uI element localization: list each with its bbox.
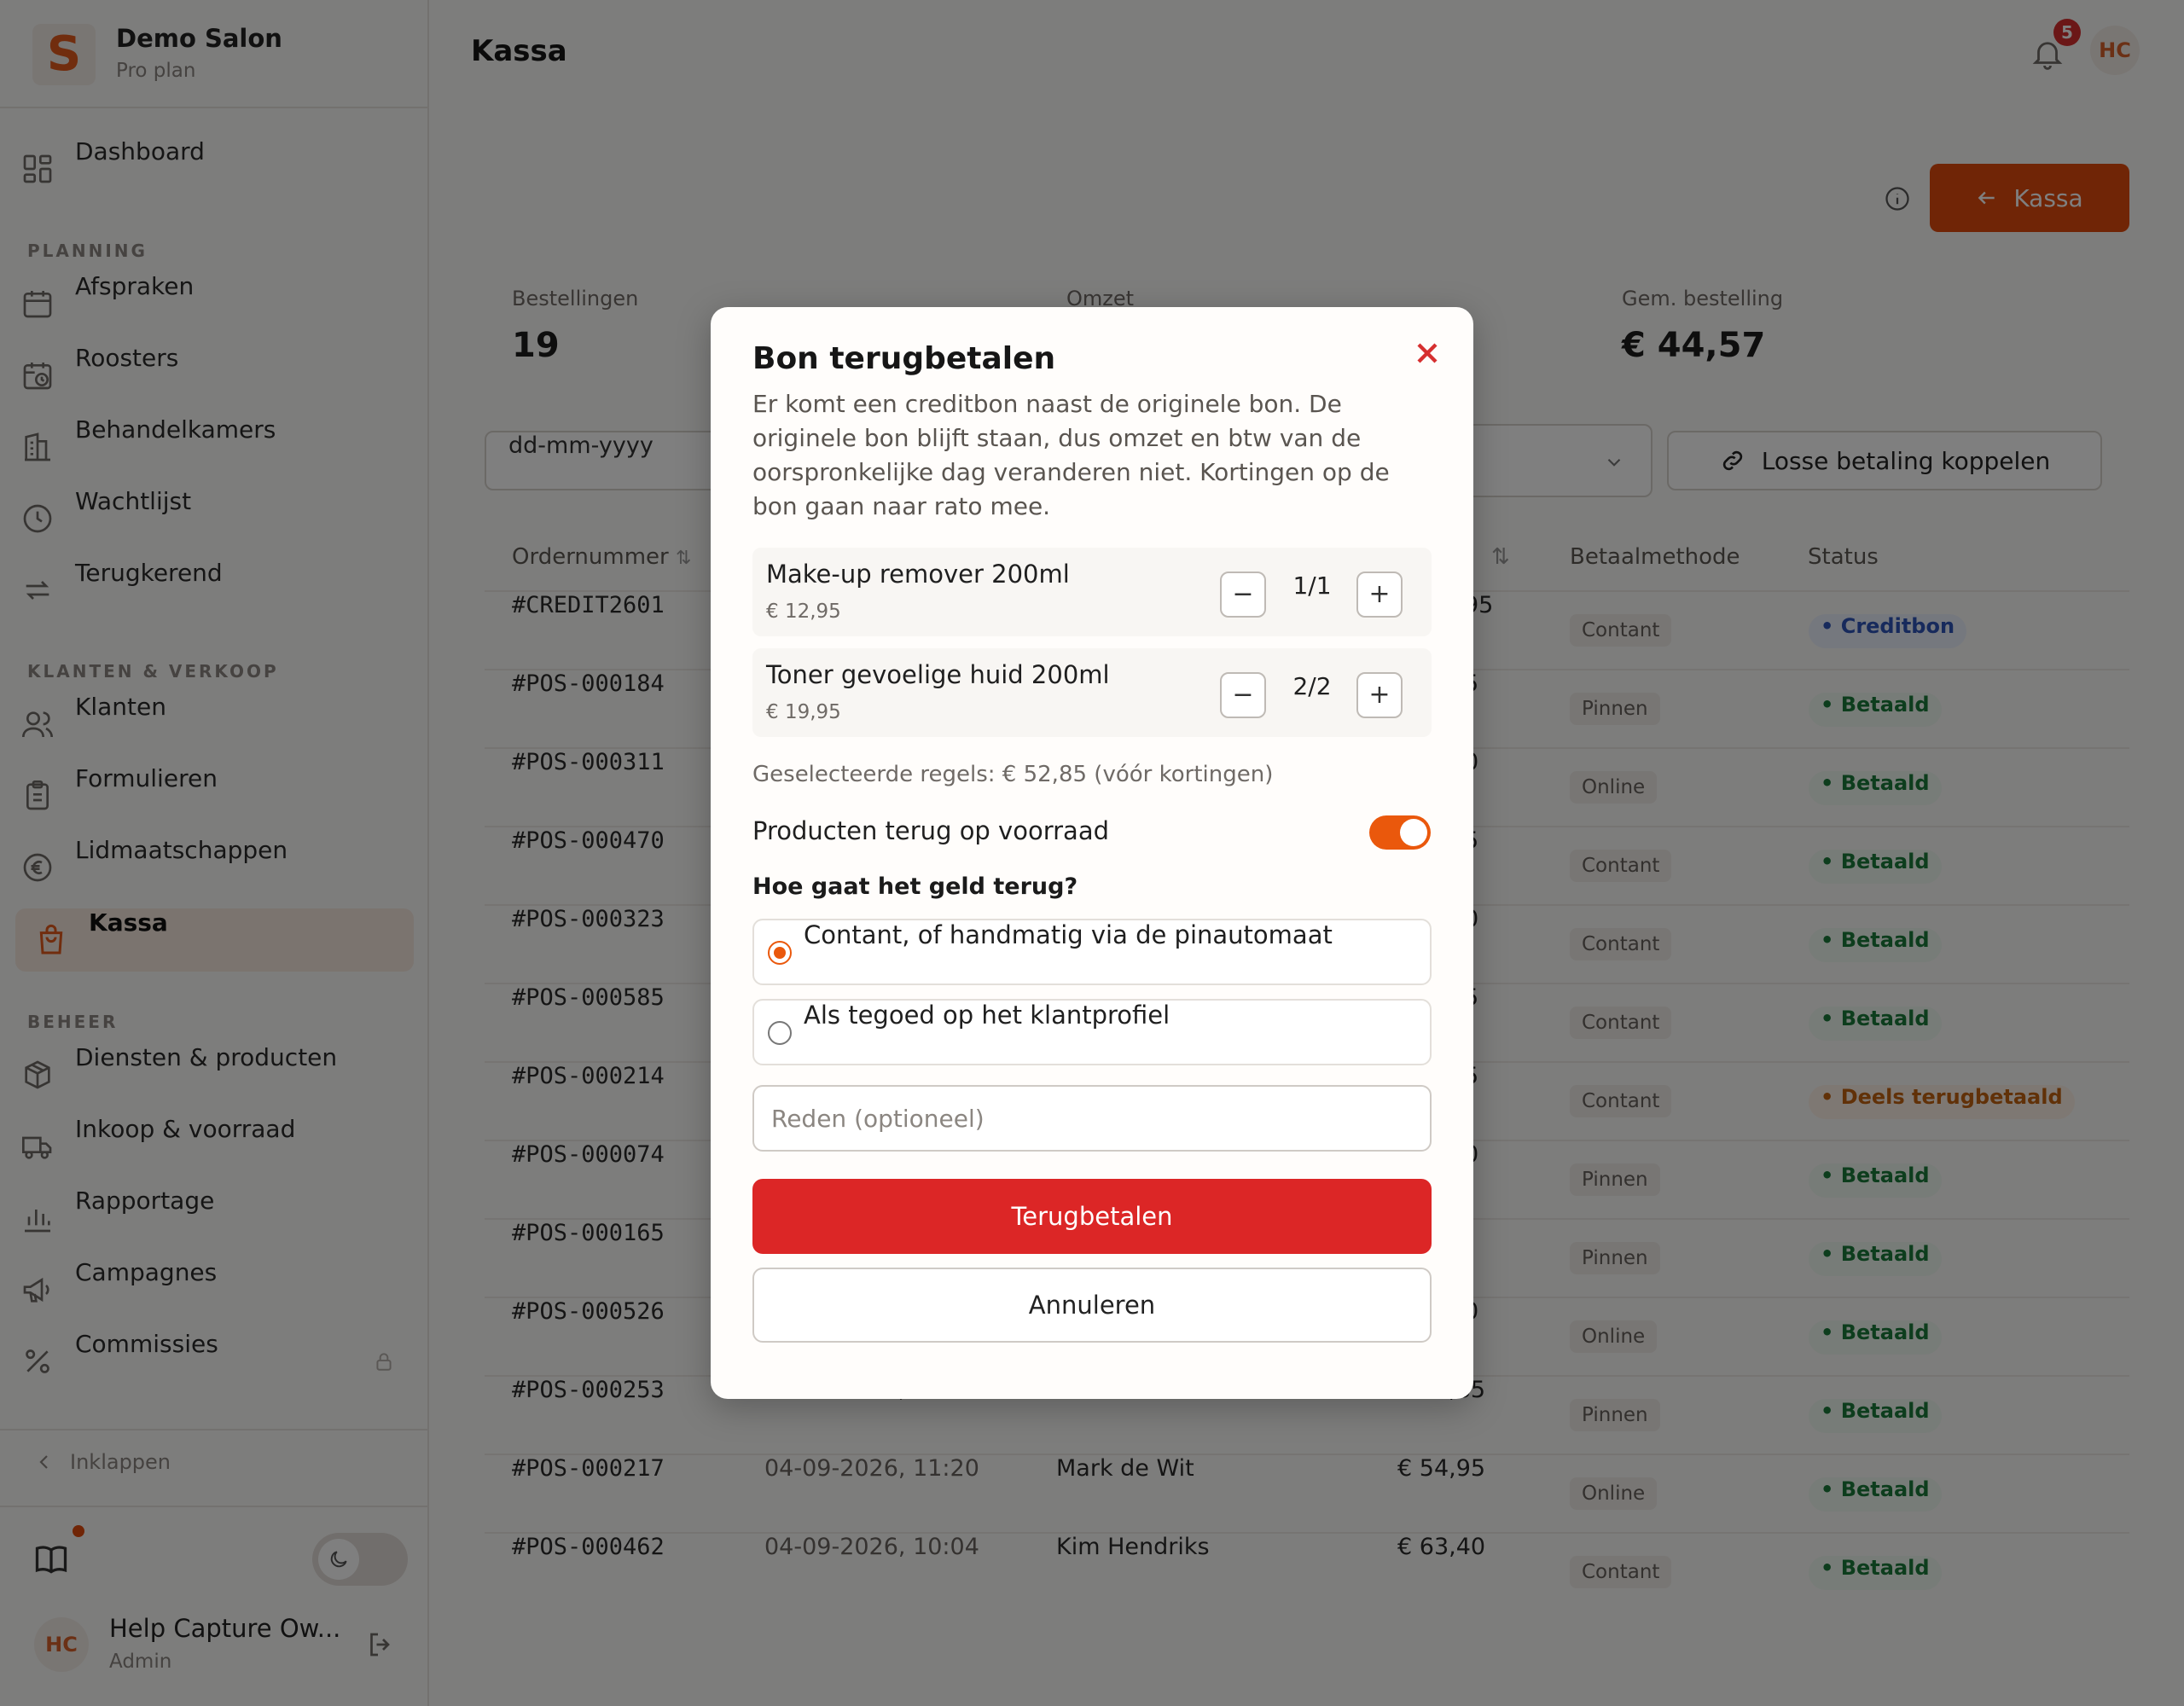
selected-summary: Geselecteerde regels: € 52,85 (vóór kort… (752, 762, 1274, 787)
refund-method-question: Hoe gaat het geld terug? (752, 873, 1078, 900)
reason-input[interactable] (752, 1085, 1432, 1152)
restock-label: Producten terug op voorraad (752, 816, 1109, 845)
radio-label: Contant, of handmatig via de pinautomaat (804, 920, 1333, 949)
close-icon[interactable] (1410, 336, 1444, 370)
refund-line-item: Toner gevoelige huid 200ml € 19,95 − 2/2… (752, 648, 1432, 737)
radio-unselected[interactable] (768, 1021, 792, 1045)
line-item-name: Make-up remover 200ml (766, 560, 1070, 589)
refund-line-item: Make-up remover 200ml € 12,95 − 1/1 + (752, 548, 1432, 636)
cancel-button[interactable]: Annuleren (752, 1268, 1432, 1343)
line-item-qty: 2/2 (1292, 672, 1332, 700)
increase-button[interactable]: + (1356, 672, 1403, 718)
radio-option-credit[interactable]: Als tegoed op het klantprofiel (752, 999, 1432, 1065)
toggle-knob (1400, 819, 1427, 846)
decrease-button[interactable]: − (1220, 572, 1266, 618)
modal-title: Bon terugbetalen (752, 341, 1056, 376)
refund-modal: Bon terugbetalen Er komt een creditbon n… (711, 307, 1473, 1399)
line-item-price: € 19,95 (766, 701, 841, 723)
line-item-qty: 1/1 (1292, 572, 1332, 600)
refund-button[interactable]: Terugbetalen (752, 1179, 1432, 1254)
radio-option-cash[interactable]: Contant, of handmatig via de pinautomaat (752, 919, 1432, 985)
line-item-price: € 12,95 (766, 601, 841, 623)
decrease-button[interactable]: − (1220, 672, 1266, 718)
increase-button[interactable]: + (1356, 572, 1403, 618)
modal-backdrop[interactable] (0, 0, 429, 1706)
radio-label: Als tegoed op het klantprofiel (804, 1001, 1170, 1030)
restock-toggle[interactable] (1369, 815, 1431, 850)
line-item-name: Toner gevoelige huid 200ml (766, 660, 1110, 689)
modal-description: Er komt een creditbon naast de originele… (752, 390, 1390, 520)
radio-selected[interactable] (768, 941, 792, 965)
